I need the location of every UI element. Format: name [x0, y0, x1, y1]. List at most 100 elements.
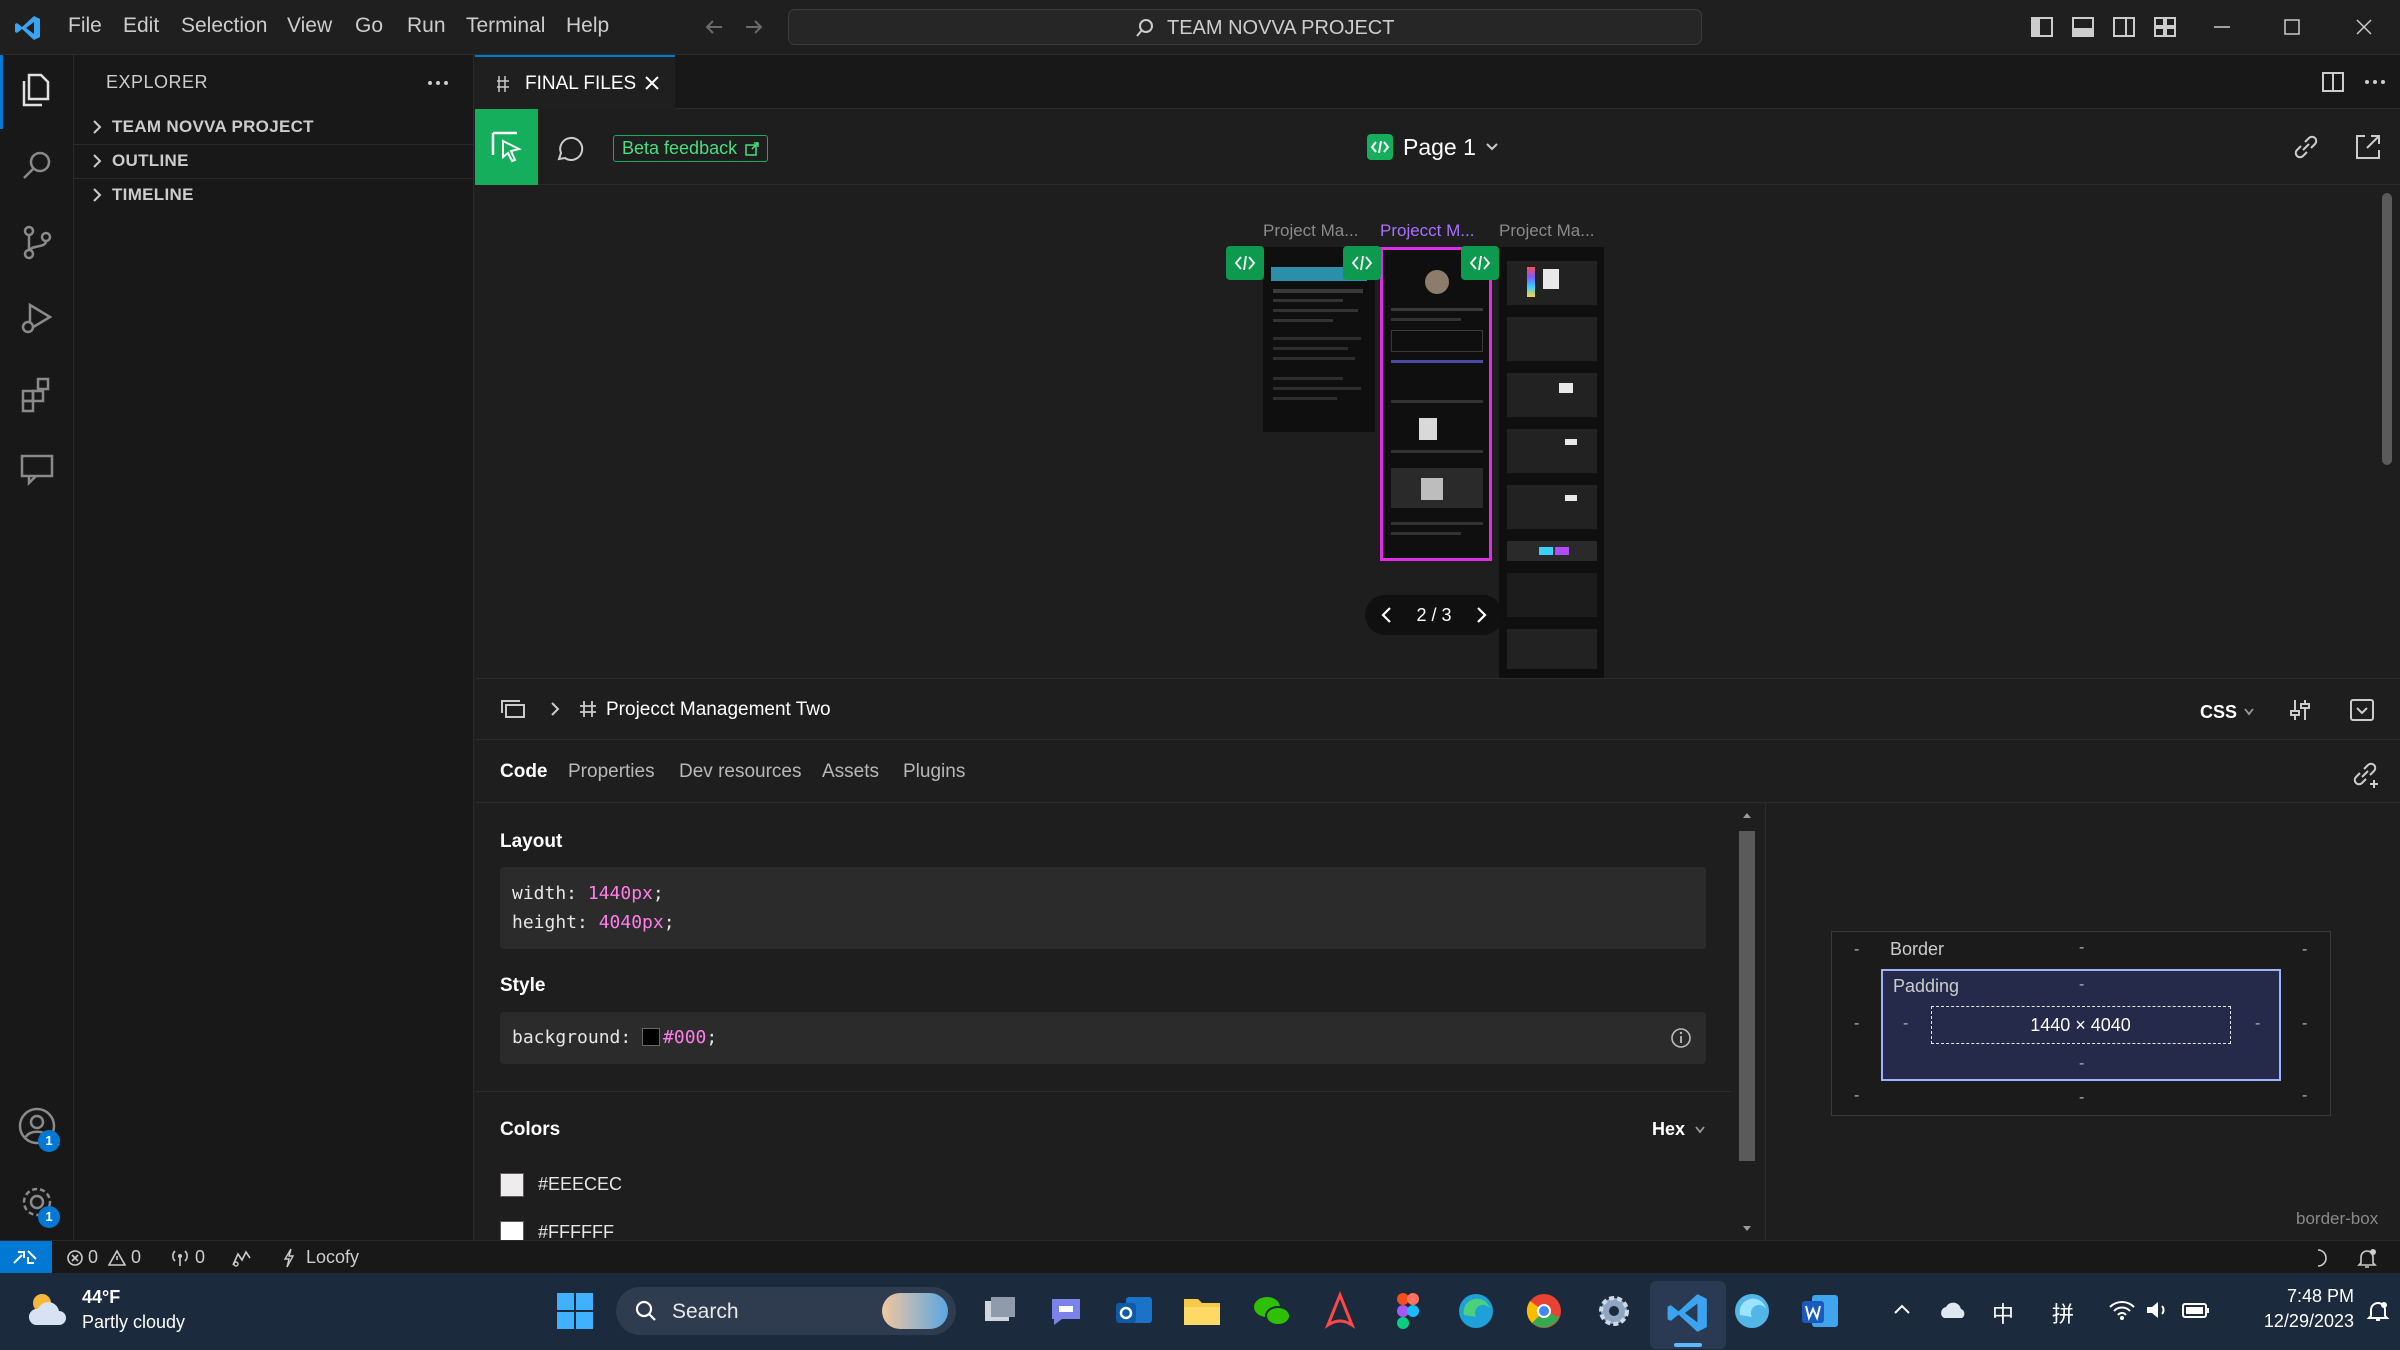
layers-icon[interactable]	[499, 697, 527, 721]
input-method-mode[interactable]: 拼	[2052, 1297, 2074, 1329]
code-scrollbar[interactable]	[1735, 809, 1759, 1239]
tab-dev-resources[interactable]: Dev resources	[679, 761, 802, 783]
input-method-language[interactable]: 中	[1992, 1297, 2014, 1329]
toggle-secondary-sidebar-icon[interactable]	[2112, 15, 2136, 39]
ports-count[interactable]: 0	[195, 1247, 205, 1268]
moon-icon[interactable]	[2310, 1248, 2330, 1268]
chevron-right-icon[interactable]	[1471, 605, 1491, 625]
notification-center-icon[interactable]	[2366, 1299, 2390, 1323]
onedrive-cloud-icon[interactable]	[1938, 1298, 1968, 1322]
sidebar-section-timeline[interactable]: TIMELINE	[82, 179, 466, 211]
remote-indicator[interactable]	[0, 1241, 52, 1274]
split-editor-icon[interactable]	[2321, 70, 2345, 94]
frame-1-code-badge[interactable]	[1226, 246, 1264, 280]
live-share-icon[interactable]	[230, 1248, 252, 1268]
taskbar-search[interactable]: Search	[616, 1287, 956, 1335]
locofy-status[interactable]: Locofy	[306, 1247, 359, 1268]
scroll-down-icon[interactable]	[1742, 1225, 1752, 1233]
explorer-files-icon[interactable]	[16, 69, 58, 111]
vscode-taskbar-button[interactable]	[1650, 1281, 1726, 1349]
battery-icon[interactable]	[2182, 1301, 2210, 1319]
sidebar-section-project[interactable]: TEAM NOVVA PROJECT	[82, 111, 466, 143]
frame-title-1[interactable]: Project Ma...	[1263, 221, 1358, 241]
editor-more-icon[interactable]	[2363, 74, 2387, 90]
command-center-search[interactable]: TEAM NOVVA PROJECT	[788, 9, 1702, 45]
frame-title-3[interactable]: Project Ma...	[1499, 221, 1594, 241]
frame-thumbnail-2-selected[interactable]	[1380, 247, 1492, 561]
tab-final-files[interactable]: FINAL FILES	[475, 55, 675, 109]
close-tab-icon[interactable]	[642, 73, 662, 93]
tab-assets[interactable]: Assets	[822, 761, 879, 783]
acrobat-icon[interactable]	[1318, 1289, 1362, 1333]
menu-selection[interactable]: Selection	[181, 14, 267, 38]
search-icon[interactable]	[16, 145, 58, 187]
run-debug-icon[interactable]	[16, 297, 58, 339]
frame-3-code-badge[interactable]	[1461, 246, 1499, 280]
scroll-thumb[interactable]	[1739, 831, 1755, 1161]
menu-edit[interactable]: Edit	[123, 14, 159, 38]
link-icon[interactable]	[2291, 132, 2321, 162]
wifi-icon[interactable]	[2108, 1299, 2136, 1321]
frame-title-2[interactable]: Projecct M...	[1380, 221, 1474, 241]
close-window-icon[interactable]	[2352, 15, 2376, 39]
add-link-icon[interactable]	[2351, 760, 2381, 790]
select-tool-button[interactable]	[475, 109, 538, 185]
outlook-icon[interactable]	[1112, 1289, 1156, 1333]
volume-icon[interactable]	[2144, 1299, 2170, 1321]
menu-terminal[interactable]: Terminal	[466, 14, 545, 38]
tab-properties[interactable]: Properties	[568, 761, 655, 783]
language-selector[interactable]: CSS	[2200, 702, 2237, 723]
menu-go[interactable]: Go	[355, 14, 383, 38]
scroll-up-icon[interactable]	[1742, 811, 1752, 819]
customize-layout-icon[interactable]	[2153, 15, 2177, 39]
warning-count[interactable]: 0	[131, 1247, 141, 1268]
weather-partly-cloudy-icon[interactable]	[24, 1287, 70, 1333]
minimize-icon[interactable]	[2210, 15, 2234, 39]
open-external-icon[interactable]	[2353, 132, 2383, 162]
weather-temp[interactable]: 44°F	[82, 1287, 120, 1308]
chrome-icon[interactable]	[1522, 1289, 1566, 1333]
info-icon[interactable]	[1670, 1027, 1692, 1049]
color-format-selector[interactable]: Hex	[1652, 1119, 1685, 1140]
collapse-panel-icon[interactable]	[2349, 697, 2375, 723]
clock-time[interactable]: 7:48 PM	[2264, 1286, 2354, 1307]
beta-feedback-button[interactable]: Beta feedback	[613, 135, 769, 162]
menu-run[interactable]: Run	[407, 14, 446, 38]
tab-plugins[interactable]: Plugins	[903, 761, 965, 783]
comment-icon[interactable]	[553, 133, 585, 165]
menu-help[interactable]: Help	[566, 14, 609, 38]
forward-arrow-icon[interactable]	[742, 15, 766, 39]
task-view-icon[interactable]	[977, 1289, 1021, 1333]
sidebar-section-outline[interactable]: OUTLINE	[82, 145, 466, 177]
breadcrumb-frame-name[interactable]: Projecct Management Two	[606, 699, 831, 721]
frame-2-code-badge[interactable]	[1343, 246, 1381, 280]
toggle-sidebar-icon[interactable]	[2030, 15, 2054, 39]
windows-start-icon[interactable]	[555, 1291, 595, 1331]
edge-icon[interactable]	[1454, 1289, 1498, 1333]
weather-desc[interactable]: Partly cloudy	[82, 1312, 185, 1333]
error-count[interactable]: 0	[88, 1247, 98, 1268]
extensions-icon[interactable]	[16, 373, 58, 415]
settings-gear-icon[interactable]	[1592, 1289, 1636, 1333]
more-actions-icon[interactable]	[426, 75, 450, 91]
back-arrow-icon[interactable]	[702, 15, 726, 39]
figma-canvas[interactable]: Project Ma... Projecct M... Project Ma..…	[475, 185, 2400, 678]
menu-view[interactable]: View	[287, 14, 332, 38]
source-control-icon[interactable]	[16, 221, 58, 263]
settings-sliders-icon[interactable]	[2287, 697, 2313, 723]
notifications-bell-icon[interactable]	[2356, 1247, 2378, 1269]
figma-icon[interactable]	[1386, 1289, 1430, 1333]
file-explorer-icon[interactable]	[1180, 1289, 1224, 1333]
remote-chat-icon[interactable]	[16, 447, 58, 489]
canvas-scrollbar[interactable]	[2382, 193, 2392, 465]
frame-thumbnail-3[interactable]	[1499, 247, 1604, 678]
teams-chat-icon[interactable]	[1044, 1289, 1088, 1333]
style-code-block[interactable]: background: #000;	[500, 1012, 1706, 1064]
wechat-icon[interactable]	[1250, 1289, 1294, 1333]
tab-code[interactable]: Code	[500, 761, 548, 783]
layout-code-block[interactable]: width: 1440px; height: 4040px;	[500, 867, 1706, 949]
chevron-up-icon[interactable]	[1892, 1301, 1912, 1317]
menu-file[interactable]: File	[68, 14, 102, 38]
toggle-panel-icon[interactable]	[2071, 15, 2095, 39]
maximize-icon[interactable]	[2280, 15, 2304, 39]
